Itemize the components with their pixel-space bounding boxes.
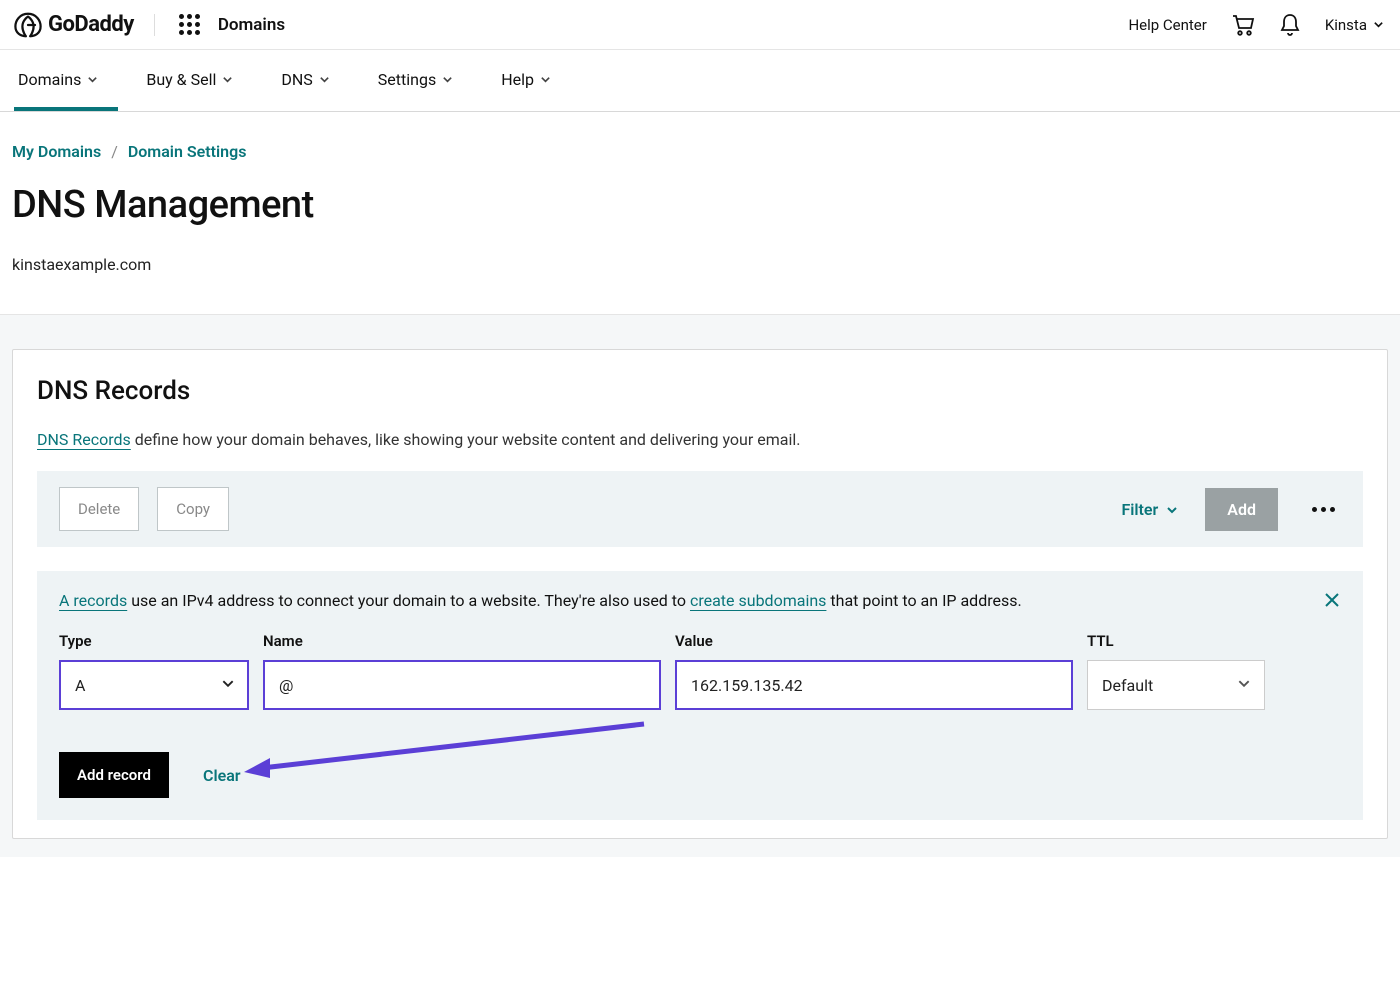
cart-icon[interactable] [1231, 14, 1255, 36]
nav-item-dns[interactable]: DNS [281, 70, 329, 111]
add-record-form: A records use an IPv4 address to connect… [37, 571, 1363, 820]
global-header: GoDaddy Domains Help Center Kinsta [0, 0, 1400, 50]
nav-label: Settings [378, 70, 436, 89]
chevron-down-icon [442, 74, 453, 85]
label-ttl: TTL [1087, 632, 1265, 650]
record-ttl-select[interactable]: Default [1087, 660, 1265, 710]
chevron-down-icon [319, 74, 330, 85]
nav-label: Help [501, 70, 534, 89]
app-switcher-icon[interactable] [175, 10, 204, 39]
chevron-down-icon [1373, 19, 1384, 30]
chevron-down-icon [540, 74, 551, 85]
delete-button[interactable]: Delete [59, 487, 139, 531]
field-value: Value [675, 632, 1073, 710]
panel-title: DNS Records [37, 376, 1363, 406]
notifications-icon[interactable] [1279, 13, 1301, 37]
label-name: Name [263, 632, 661, 650]
info-text-mid: use an IPv4 address to connect your doma… [127, 591, 690, 610]
clear-link[interactable]: Clear [203, 766, 241, 785]
records-toolbar: Delete Copy Filter Add [37, 471, 1363, 547]
page-head: My Domains / Domain Settings DNS Managem… [0, 112, 1400, 314]
page-title: DNS Management [12, 183, 1388, 227]
header-divider [154, 14, 155, 36]
field-ttl: TTL Default [1087, 632, 1265, 710]
domain-name: kinstaexample.com [12, 255, 1388, 274]
nav-label: Domains [18, 70, 81, 89]
nav-item-domains[interactable]: Domains [18, 70, 98, 111]
panel-desc-text: define how your domain behaves, like sho… [131, 430, 801, 449]
create-subdomains-link[interactable]: create subdomains [690, 591, 826, 610]
record-name-input[interactable] [263, 660, 661, 710]
nav-item-help[interactable]: Help [501, 70, 551, 111]
nav-item-settings[interactable]: Settings [378, 70, 453, 111]
brand-logo[interactable]: GoDaddy [14, 12, 134, 38]
nav-label: Buy & Sell [146, 70, 216, 89]
toolbar-right: Filter Add [1121, 488, 1341, 531]
chevron-down-icon [1166, 504, 1177, 515]
panel-description: DNS Records define how your domain behav… [37, 430, 1363, 449]
user-menu[interactable]: Kinsta [1325, 16, 1384, 34]
label-value: Value [675, 632, 1073, 650]
user-name: Kinsta [1325, 16, 1367, 34]
header-left: GoDaddy Domains [14, 10, 285, 39]
info-text-end: that point to an IP address. [826, 591, 1021, 610]
add-record-button[interactable]: Add record [59, 752, 169, 798]
chevron-down-icon [222, 74, 233, 85]
header-section-label: Domains [218, 15, 285, 35]
godaddy-logo-icon [14, 12, 42, 38]
record-type-select[interactable]: A [59, 660, 249, 710]
help-center-link[interactable]: Help Center [1128, 16, 1206, 34]
breadcrumb-domain-settings[interactable]: Domain Settings [128, 142, 247, 161]
brand-wordmark: GoDaddy [48, 12, 134, 37]
more-actions-icon[interactable] [1306, 501, 1341, 518]
breadcrumb: My Domains / Domain Settings [12, 142, 1388, 161]
filter-button[interactable]: Filter [1121, 500, 1177, 519]
primary-nav: Domains Buy & Sell DNS Settings Help [0, 50, 1400, 112]
chevron-down-icon [87, 74, 98, 85]
dns-records-help-link[interactable]: DNS Records [37, 430, 131, 449]
info-row: A records use an IPv4 address to connect… [59, 591, 1341, 610]
label-type: Type [59, 632, 249, 650]
dns-records-panel: DNS Records DNS Records define how your … [12, 349, 1388, 839]
header-right: Help Center Kinsta [1128, 13, 1384, 37]
field-name: Name [263, 632, 661, 710]
a-records-help-link[interactable]: A records [59, 591, 127, 610]
record-value-input[interactable] [675, 660, 1073, 710]
close-icon[interactable] [1323, 591, 1341, 609]
content-area: DNS Records DNS Records define how your … [0, 314, 1400, 857]
nav-label: DNS [281, 70, 312, 89]
copy-button[interactable]: Copy [157, 487, 229, 531]
action-row: Add record Clear [59, 752, 1341, 798]
info-text: A records use an IPv4 address to connect… [59, 591, 1022, 610]
annotation-arrow-icon [244, 720, 654, 780]
add-button[interactable]: Add [1205, 488, 1278, 531]
filter-label: Filter [1121, 500, 1158, 519]
toolbar-left: Delete Copy [59, 487, 229, 531]
form-row: Type A Name Value T [59, 632, 1341, 710]
nav-item-buy-sell[interactable]: Buy & Sell [146, 70, 233, 111]
breadcrumb-my-domains[interactable]: My Domains [12, 142, 101, 161]
breadcrumb-separator: / [111, 142, 118, 161]
field-type: Type A [59, 632, 249, 710]
